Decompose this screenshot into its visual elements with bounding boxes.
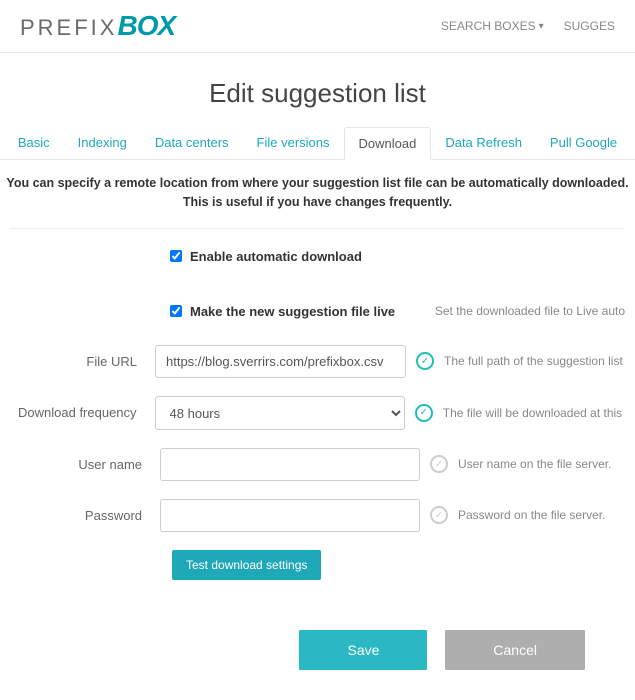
nav-search-boxes[interactable]: SEARCH BOXES ▾ [441, 19, 544, 33]
download-frequency-help: The file will be downloaded at this fr [443, 406, 625, 420]
tab-description: You can specify a remote location from w… [0, 160, 635, 228]
tab-indexing[interactable]: Indexing [64, 127, 141, 159]
tab-download[interactable]: Download [344, 127, 432, 160]
enable-auto-download-label: Enable automatic download [190, 249, 362, 264]
tab-pull-google[interactable]: Pull Google [536, 127, 631, 159]
make-live-help: Set the downloaded file to Live auto [435, 304, 625, 318]
password-input[interactable] [160, 499, 420, 532]
divider [10, 228, 625, 229]
make-live-checkbox[interactable] [170, 305, 182, 317]
nav-search-boxes-label: SEARCH BOXES [441, 19, 536, 33]
file-url-input[interactable] [155, 345, 406, 378]
check-icon: ✓ [415, 404, 433, 422]
username-help: User name on the file server. [458, 457, 611, 471]
check-icon: ✓ [430, 506, 448, 524]
logo-prefix-text: PREFIX [20, 15, 117, 41]
logo-box-text: BOX [117, 10, 175, 42]
tab-data-centers[interactable]: Data centers [141, 127, 243, 159]
password-help: Password on the file server. [458, 508, 605, 522]
save-button[interactable]: Save [299, 630, 427, 670]
username-label: User name [10, 457, 160, 472]
download-frequency-select[interactable]: 48 hours [155, 396, 405, 430]
tab-data-refresh[interactable]: Data Refresh [431, 127, 536, 159]
top-nav: SEARCH BOXES ▾ SUGGES [441, 19, 615, 33]
page-title: Edit suggestion list [0, 78, 635, 109]
chevron-down-icon: ▾ [539, 21, 544, 32]
logo[interactable]: PREFIXBOX [20, 10, 175, 42]
download-frequency-label: Download frequency [10, 405, 155, 420]
check-icon: ✓ [430, 455, 448, 473]
password-label: Password [10, 508, 160, 523]
nav-sugges[interactable]: SUGGES [564, 19, 615, 33]
enable-auto-download-checkbox[interactable] [170, 250, 182, 262]
test-download-button[interactable]: Test download settings [172, 550, 321, 580]
file-url-help: The full path of the suggestion list fi [444, 354, 625, 368]
make-live-label: Make the new suggestion file live [190, 304, 395, 319]
username-input[interactable] [160, 448, 420, 481]
check-icon: ✓ [416, 352, 434, 370]
tabs: Basic Indexing Data centers File version… [0, 127, 635, 160]
file-url-label: File URL [10, 354, 155, 369]
tab-file-versions[interactable]: File versions [243, 127, 344, 159]
cancel-button[interactable]: Cancel [445, 630, 585, 670]
tab-basic[interactable]: Basic [4, 127, 64, 159]
nav-sugges-label: SUGGES [564, 19, 615, 33]
